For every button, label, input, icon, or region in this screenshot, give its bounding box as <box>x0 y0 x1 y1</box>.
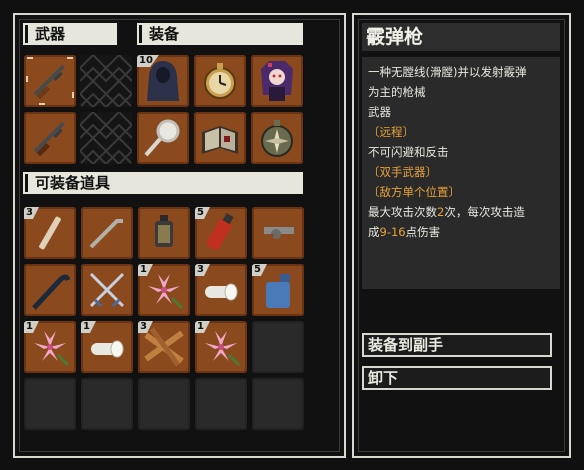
tag-two-handed: 〔双手武器〕 <box>368 165 437 179</box>
inventory-slot[interactable]: 1 <box>195 321 247 373</box>
equipment-header: 装备 <box>137 23 303 45</box>
equipment-slot-2[interactable] <box>194 55 246 107</box>
locked-slot-icon <box>80 112 132 164</box>
desc-line-2: 为主的枪械 <box>368 85 426 99</box>
inventory-slot[interactable]: 5 <box>252 264 304 316</box>
equippable-items-header: 可装备道具 <box>23 172 303 194</box>
inventory-slot[interactable]: 1 <box>138 264 190 316</box>
inventory-slot[interactable]: 3 <box>138 321 190 373</box>
equipment-slot-4[interactable] <box>137 112 189 164</box>
inventory-slot[interactable]: 3 <box>195 264 247 316</box>
no-dodge-note: 不可闪避和反击 <box>368 145 449 159</box>
damage-range: 9-16 <box>379 225 406 239</box>
unequip-button[interactable]: 卸下 <box>362 366 552 390</box>
shotgun-icon <box>26 57 74 105</box>
inventory-slot[interactable] <box>24 264 76 316</box>
damage-line: 成9-16点伤害 <box>368 222 554 242</box>
magnifying-glass-icon <box>144 119 180 157</box>
tag-single-target: 〔敌方单个位置〕 <box>368 185 460 199</box>
desc-line-1: 一种无膛线(滑膛)并以发射霰弹 <box>368 65 527 79</box>
shotgun-icon <box>33 121 65 157</box>
attack-prefix: 最大攻击次数 <box>368 205 437 219</box>
purple-haired-doll-icon <box>261 61 293 101</box>
inventory-slot-empty[interactable] <box>252 378 304 430</box>
equipment-label: 装备 <box>149 25 180 43</box>
inventory-slot-empty[interactable] <box>81 378 133 430</box>
inventory-panel: 武器 装备 10 可装备道具 3 5 1 3 5 1 1 3 1 <box>13 13 346 458</box>
equip-offhand-button[interactable]: 装备到副手 <box>362 333 552 357</box>
attack-count-line: 最大攻击次数2次，每次攻击造 <box>368 202 554 222</box>
compass-amulet-icon <box>261 120 293 157</box>
inventory-slot-empty[interactable] <box>252 321 304 373</box>
lantern-icon <box>155 215 173 247</box>
weapon-slot-1[interactable] <box>24 55 76 107</box>
inventory-slot[interactable]: 3 <box>24 207 76 259</box>
inventory-slot[interactable]: 1 <box>81 321 133 373</box>
equipment-slot-5[interactable] <box>194 112 246 164</box>
weapon-slot-4 <box>80 112 132 164</box>
damage-prefix: 成 <box>368 225 380 239</box>
weapons-label: 武器 <box>35 25 66 43</box>
tag-ranged: 〔远程〕 <box>368 125 414 139</box>
equipment-slot-6[interactable] <box>251 112 303 164</box>
inventory-slot[interactable]: 5 <box>195 207 247 259</box>
spell-book-icon <box>202 126 238 154</box>
pocket-watch-icon <box>204 63 236 99</box>
inventory-slot[interactable] <box>138 207 190 259</box>
damage-suffix: 点伤害 <box>405 225 441 239</box>
inventory-slot[interactable]: 1 <box>24 321 76 373</box>
inventory-slot[interactable] <box>81 207 133 259</box>
weapon-slot-2 <box>80 55 132 107</box>
item-description: 一种无膛线(滑膛)并以发射霰弹 为主的枪械 武器 〔远程〕 不可闪避和反击 〔双… <box>362 57 560 289</box>
revolver-icon <box>262 227 294 249</box>
locked-slot-icon <box>80 55 132 107</box>
item-type: 武器 <box>368 105 391 119</box>
inventory-slot-empty[interactable] <box>195 378 247 430</box>
weapon-slot-3[interactable] <box>24 112 76 164</box>
equippable-items-label: 可装备道具 <box>35 174 111 192</box>
weapons-header: 武器 <box>23 23 117 45</box>
details-panel: 霰弹枪 一种无膛线(滑膛)并以发射霰弹 为主的枪械 武器 〔远程〕 不可闪避和反… <box>352 13 571 458</box>
crowbar-icon <box>89 219 123 249</box>
equipment-slot-1[interactable]: 10 <box>137 55 189 107</box>
attack-mid: 次，每次攻击造 <box>444 205 525 219</box>
crossed-swords-icon <box>89 272 125 308</box>
item-name: 霰弹枪 <box>362 23 560 51</box>
inventory-slot[interactable] <box>81 264 133 316</box>
equipment-slot-3[interactable] <box>251 55 303 107</box>
inventory-slot-empty[interactable] <box>138 378 190 430</box>
walking-cane-icon <box>32 274 71 310</box>
inventory-slot[interactable] <box>252 207 304 259</box>
inventory-slot-empty[interactable] <box>24 378 76 430</box>
